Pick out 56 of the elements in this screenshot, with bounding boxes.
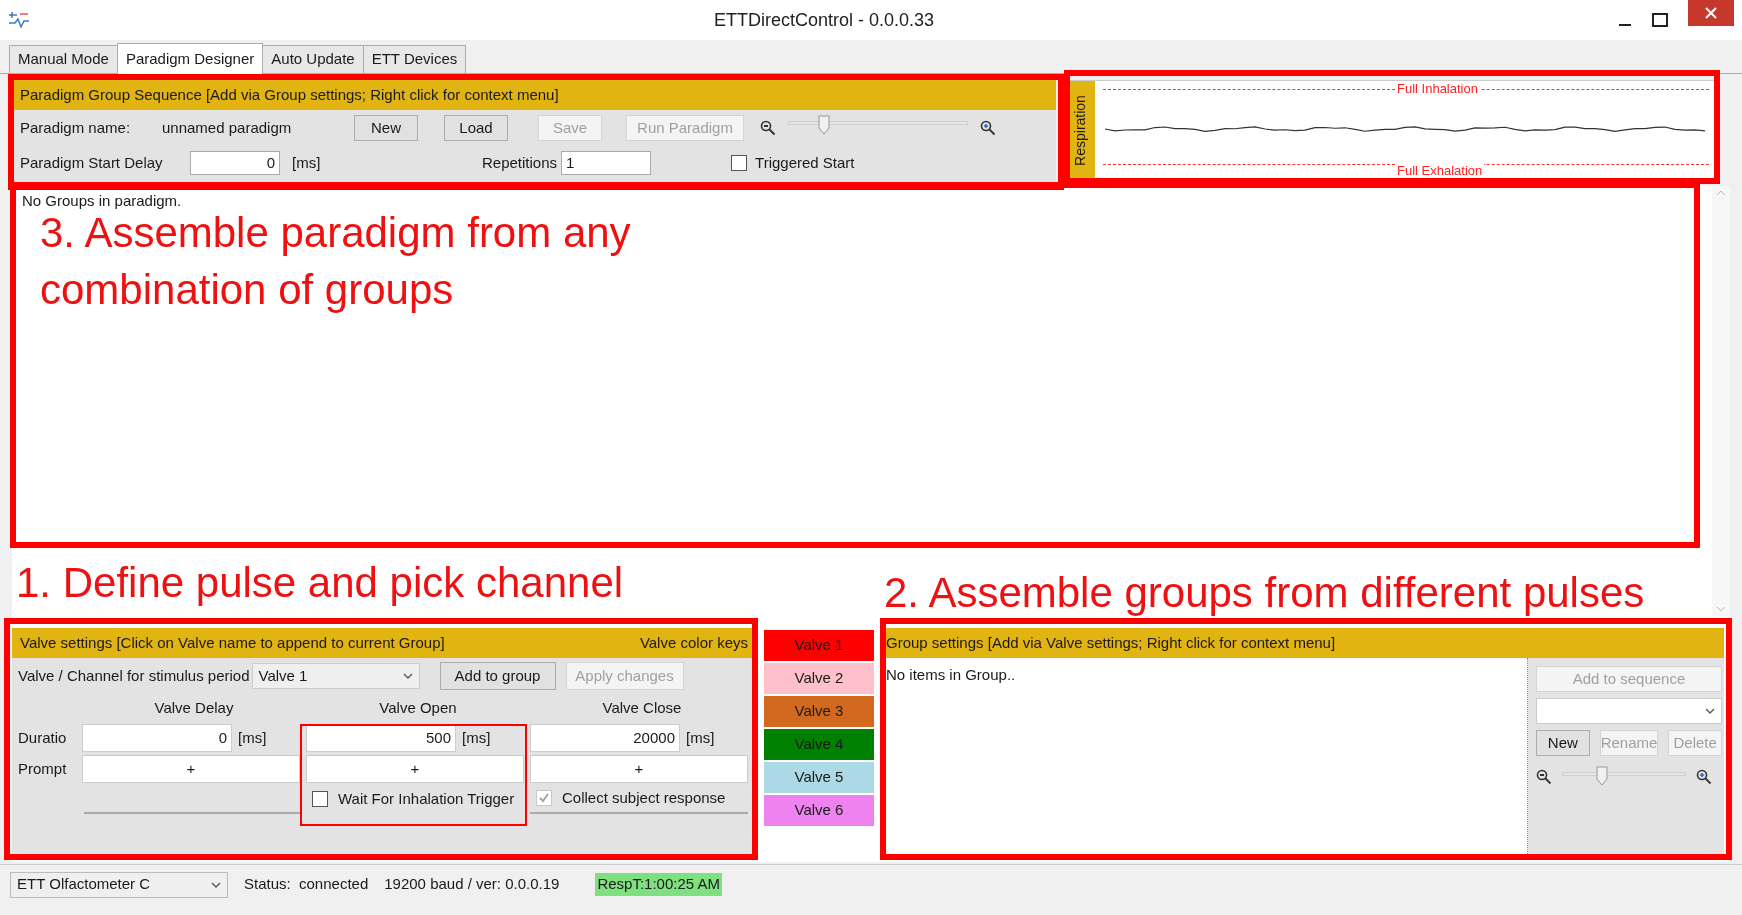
window-title: ETTDirectControl - 0.0.0.33 (712, 8, 936, 32)
tab[interactable]: Manual Mode (9, 45, 118, 73)
tab[interactable]: ETT Devices (362, 45, 467, 73)
response-time-badge: RespT:1:00:25 AM (595, 873, 722, 896)
checkbox-label: Triggered Start (755, 152, 855, 173)
duration-field[interactable]: 0 (82, 724, 232, 752)
field-label: Paradigm name: (20, 117, 132, 138)
checkbox-label: Collect subject response (562, 787, 726, 808)
column-header: Valve Open (378, 698, 458, 718)
valve-key[interactable]: Valve 2 (764, 663, 874, 694)
empty-message: No Groups in paradigm. (22, 192, 182, 209)
start-delay-field[interactable]: 0 (190, 151, 280, 175)
column-header: Valve Close (601, 698, 683, 718)
prompt-button[interactable]: + (82, 755, 300, 783)
prompt-button[interactable]: + (306, 755, 524, 783)
duration-field[interactable]: 20000 (530, 724, 680, 752)
annotation-text: 3. Assemble paradigm from any combination of groups (40, 209, 632, 315)
valve-key[interactable]: Valve 3 (764, 696, 874, 727)
field-label: Repetitions (482, 152, 558, 173)
annotation-text: 2. Assemble groups from different pulses (884, 568, 1645, 618)
prompt-button[interactable]: + (530, 755, 748, 783)
tab[interactable]: Paradigm Designer (116, 43, 264, 74)
valve-key[interactable]: Valve 1 (764, 630, 874, 661)
respiration-label: Respiration (1070, 94, 1089, 166)
dropdown-value: ETT Olfactometer C (17, 874, 151, 895)
device-dropdown[interactable]: ETT Olfactometer C (10, 871, 228, 898)
button[interactable]: New (1536, 730, 1590, 756)
field-value: unnamed paradigm (162, 117, 293, 138)
status-text: 19200 baud / ver: 0.0.0.19 (384, 874, 560, 895)
field-label: Valve / Channel for stimulus period (18, 665, 250, 686)
channel-dropdown[interactable]: Valve 1 (251, 663, 420, 689)
button[interactable]: Add to group (439, 662, 556, 690)
valve-key[interactable]: Valve 6 (764, 795, 874, 826)
duration-field[interactable]: 500 (306, 724, 456, 752)
dropdown-value: Valve 1 (258, 665, 308, 686)
row-label: Duratio (18, 727, 68, 748)
unit-label: [ms] (462, 727, 491, 748)
annotation-text: 1. Define pulse and pick channel (16, 558, 624, 608)
unit-label: [ms] (292, 152, 322, 173)
row-label: Prompt (18, 758, 68, 779)
unit-label: [ms] (238, 727, 267, 748)
panel-header: Paradigm Group Sequence [Add via Group settings; Right click for context menu] (12, 80, 1056, 110)
empty-message: No items in Group.. (886, 666, 1016, 683)
repetitions-field[interactable]: 1 (561, 151, 652, 175)
button[interactable]: New (354, 115, 418, 141)
unit-label: [ms] (686, 727, 715, 748)
field-label: Paradigm Start Delay (20, 152, 164, 173)
button[interactable]: Load (444, 115, 508, 141)
exhalation-label: Full Exhalation (1395, 163, 1485, 177)
panel-title: Valve color keys (639, 632, 748, 653)
column-header: Valve Delay (153, 698, 235, 718)
status-text: Status: connected (244, 874, 369, 895)
panel-title: Valve settings [Click on Valve name to append to current Group] (20, 632, 445, 653)
valve-key[interactable]: Valve 5 (764, 762, 874, 793)
tab[interactable]: Auto Update (262, 45, 364, 73)
checkbox-label: Wait For Inhalation Trigger (338, 788, 515, 809)
